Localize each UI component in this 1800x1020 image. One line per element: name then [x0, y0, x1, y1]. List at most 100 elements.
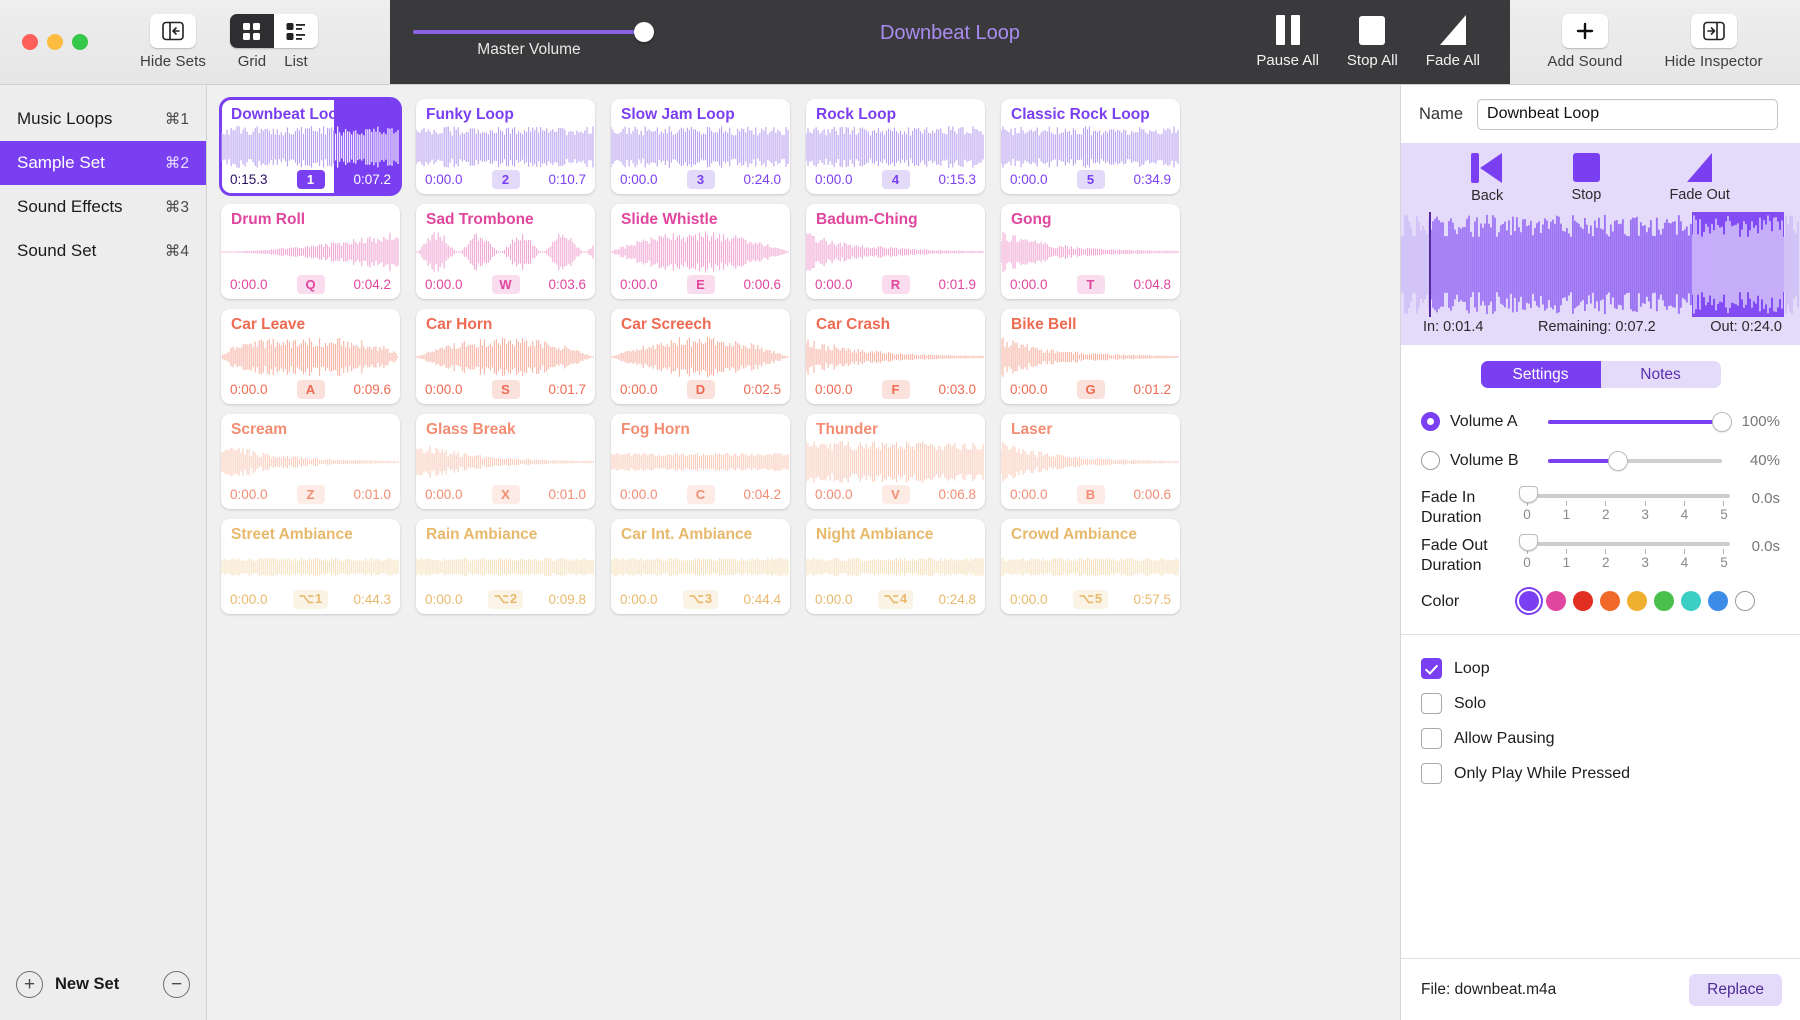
sound-tile-hotkey[interactable]: X: [492, 485, 520, 504]
checkbox-loop[interactable]: [1421, 658, 1442, 679]
fade-out-slider[interactable]: 012345: [1519, 534, 1732, 570]
sound-tile-hotkey[interactable]: 2: [492, 170, 520, 189]
sound-tile[interactable]: M0.0 4.8 L0.0 39.2 M2.0 6.9 L2.0 37.1 M4…: [416, 99, 595, 194]
fade-out-knob[interactable]: [1519, 534, 1538, 551]
sound-tile[interactable]: M0.0 11.5 L0.0 32.5 M2.0 1.9 L2.0 42.1 M…: [1001, 204, 1180, 299]
sound-tile-hotkey[interactable]: S: [492, 380, 520, 399]
checkbox-solo[interactable]: [1421, 693, 1442, 714]
sound-tile-hotkey[interactable]: 4: [882, 170, 910, 189]
sound-tile[interactable]: M0.0 8.8 L0.0 35.2 M2.0 9.5 L2.0 34.5 M4…: [416, 414, 595, 509]
hide-sets-button[interactable]: Hide Sets: [140, 14, 206, 70]
sound-tile-hotkey[interactable]: F: [882, 380, 910, 399]
sound-tile[interactable]: M0.0 8.2 L0.0 35.8 M2.0 3.2 L2.0 40.8 M4…: [806, 99, 985, 194]
option-row[interactable]: Solo: [1421, 686, 1780, 721]
sound-tile[interactable]: M0.0 13.0 L0.0 31.0 M2.0 15.1 L2.0 28.9 …: [416, 519, 595, 614]
sound-tile[interactable]: M0.0 4.2 L0.0 39.8 M2.0 2.1 L2.0 41.9 M4…: [1001, 309, 1180, 404]
sound-tile-hotkey[interactable]: ⌥ 3: [683, 590, 718, 609]
sound-tile-hotkey[interactable]: Q: [297, 275, 325, 294]
volume-a-radio[interactable]: [1421, 412, 1440, 431]
pause-all-button[interactable]: Pause All: [1256, 15, 1319, 69]
color-swatch[interactable]: [1519, 591, 1539, 611]
color-swatch[interactable]: [1681, 591, 1701, 611]
sound-tile-hotkey[interactable]: Z: [297, 485, 325, 504]
playhead-marker[interactable]: [1429, 212, 1431, 317]
plus-circle-icon[interactable]: +: [16, 971, 43, 998]
sound-tile[interactable]: M0.0 12.8 L0.0 31.2 M2.0 11.8 L2.0 32.2 …: [221, 414, 400, 509]
sound-tile-hotkey[interactable]: G: [1077, 380, 1105, 399]
minimize-button[interactable]: [47, 34, 63, 50]
sound-tile[interactable]: M0.0 15.3 L0.0 28.7 M2.0 14.4 L2.0 29.6 …: [611, 519, 790, 614]
sound-tile-hotkey[interactable]: D: [687, 380, 715, 399]
volume-a-knob[interactable]: [1713, 413, 1731, 431]
sound-tile[interactable]: M0.0 13.9 L0.0 30.1 M2.0 14.4 L2.0 29.6 …: [611, 414, 790, 509]
fade-all-button[interactable]: Fade All: [1426, 15, 1480, 69]
stop-all-button[interactable]: Stop All: [1347, 16, 1398, 69]
color-swatch[interactable]: [1627, 591, 1647, 611]
color-swatch[interactable]: [1708, 591, 1728, 611]
sound-tile-hotkey[interactable]: B: [1077, 485, 1105, 504]
sound-tile-hotkey[interactable]: V: [882, 485, 910, 504]
sound-tile[interactable]: M0.0 5.3 L0.0 38.7 M2.0 1.4 L2.0 42.6 M4…: [1001, 99, 1180, 194]
zoom-button[interactable]: [72, 34, 88, 50]
sound-tile[interactable]: M0.0 21.4 L0.0 22.6 M2.0 21.3 L2.0 22.7 …: [416, 204, 595, 299]
sound-tile-hotkey[interactable]: E: [687, 275, 715, 294]
sound-tile[interactable]: M0.0 21.4 L0.0 22.6 M2.0 20.9 L2.0 23.1 …: [611, 309, 790, 404]
hide-inspector-button[interactable]: Hide Inspector: [1665, 14, 1763, 70]
tab-settings[interactable]: Settings: [1481, 361, 1601, 388]
sound-tile-hotkey[interactable]: T: [1077, 275, 1105, 294]
checkbox-allow-pausing[interactable]: [1421, 728, 1442, 749]
option-row[interactable]: Loop: [1421, 651, 1780, 686]
checkbox-only-play-while-pressed[interactable]: [1421, 763, 1442, 784]
sound-tile[interactable]: M0.0 2.9 L0.0 41.1 M2.0 4.3 L2.0 39.7 M4…: [806, 204, 985, 299]
sound-tile[interactable]: M0.0 9.5 L0.0 34.5 M2.0 2.3 L2.0 41.7 M4…: [1001, 414, 1180, 509]
sound-tile[interactable]: M0.0 21.4 L0.0 22.6 M2.0 19.5 L2.0 24.5 …: [221, 309, 400, 404]
back-button[interactable]: Back: [1471, 153, 1503, 204]
replace-button[interactable]: Replace: [1689, 974, 1782, 1006]
sound-tile-hotkey[interactable]: 5: [1077, 170, 1105, 189]
sound-tile-hotkey[interactable]: W: [492, 275, 520, 294]
close-button[interactable]: [22, 34, 38, 50]
inspector-waveform[interactable]: M0.0 24.6 L0.0 80.4 M2.0 23.9 L2.0 81.1 …: [1401, 212, 1800, 317]
sidebar-item-sound-effects[interactable]: Sound Effects⌘3: [0, 185, 206, 229]
sound-tile[interactable]: M0.0 8.2 L0.0 35.8 M2.0 4.5 L2.0 39.5 M4…: [806, 309, 985, 404]
fade-in-slider[interactable]: 012345: [1519, 486, 1732, 522]
sound-tile[interactable]: M0.0 7.8 L0.0 36.2 M2.0 8.8 L2.0 35.2 M4…: [221, 99, 400, 194]
master-volume-knob[interactable]: [634, 22, 654, 42]
sound-tile-hotkey[interactable]: A: [297, 380, 325, 399]
view-segmented-control[interactable]: [230, 14, 318, 48]
sound-tile-hotkey[interactable]: ⌥ 1: [293, 590, 328, 609]
sound-tile-hotkey[interactable]: R: [882, 275, 910, 294]
color-swatch[interactable]: [1573, 591, 1593, 611]
option-row[interactable]: Only Play While Pressed: [1421, 756, 1780, 791]
sound-tile-hotkey[interactable]: 3: [687, 170, 715, 189]
sound-tile-hotkey[interactable]: C: [687, 485, 715, 504]
color-swatch[interactable]: [1654, 591, 1674, 611]
sound-tile-hotkey[interactable]: ⌥ 5: [1073, 590, 1108, 609]
out-selection-region[interactable]: M0.0 24.6 L0.0 80.4 M2.0 23.9 L2.0 81.1 …: [1692, 212, 1784, 317]
sound-tile[interactable]: M0.0 21.4 L0.0 22.6 M2.0 21.0 L2.0 23.0 …: [416, 309, 595, 404]
sound-tile[interactable]: M0.0 13.2 L0.0 30.8 M2.0 13.1 L2.0 30.9 …: [1001, 519, 1180, 614]
option-row[interactable]: Allow Pausing: [1421, 721, 1780, 756]
sound-tile[interactable]: M0.0 14.1 L0.0 29.9 M2.0 15.7 L2.0 28.3 …: [221, 519, 400, 614]
sidebar-item-sound-set[interactable]: Sound Set⌘4: [0, 229, 206, 273]
sound-tile[interactable]: M0.0 1.8 L0.0 42.2 M2.0 5.1 L2.0 38.9 M4…: [611, 99, 790, 194]
master-volume-control[interactable]: Master Volume: [404, 26, 654, 59]
fade-in-knob[interactable]: [1519, 486, 1538, 503]
sound-tile-hotkey[interactable]: 1: [297, 170, 325, 189]
volume-b-slider[interactable]: [1548, 452, 1722, 470]
volume-b-radio[interactable]: [1421, 451, 1440, 470]
view-list-button[interactable]: [274, 14, 318, 48]
master-volume-slider[interactable]: [413, 30, 645, 34]
sound-tile[interactable]: M0.0 21.4 L0.0 22.6 M2.0 21.4 L2.0 22.6 …: [221, 204, 400, 299]
add-sound-button[interactable]: Add Sound: [1547, 14, 1622, 70]
color-swatch[interactable]: [1600, 591, 1620, 611]
volume-b-knob[interactable]: [1609, 452, 1627, 470]
sound-tile-hotkey[interactable]: ⌥ 4: [878, 590, 913, 609]
minus-circle-icon[interactable]: −: [163, 971, 190, 998]
fade-out-button[interactable]: Fade Out: [1669, 153, 1729, 204]
color-swatch[interactable]: [1546, 591, 1566, 611]
sound-tile[interactable]: M0.0 21.4 L0.0 22.6 M2.0 20.9 L2.0 23.1 …: [611, 204, 790, 299]
tab-notes[interactable]: Notes: [1601, 361, 1721, 388]
stop-button[interactable]: Stop: [1571, 153, 1601, 204]
color-swatch[interactable]: [1735, 591, 1755, 611]
